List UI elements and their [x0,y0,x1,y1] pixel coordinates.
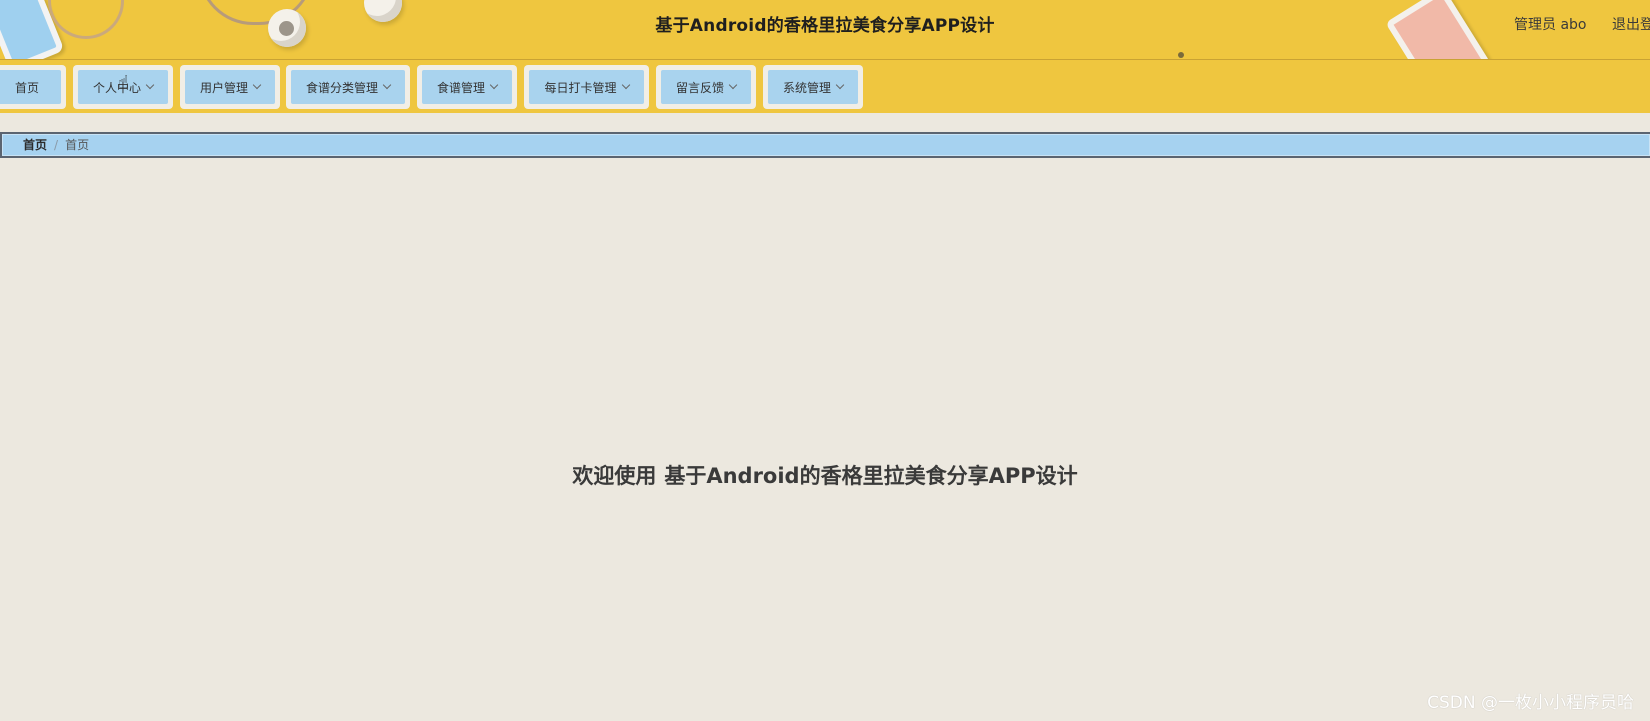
chevron-down-icon [145,80,155,90]
app-title: 基于Android的香格里拉美食分享APP设计 [655,16,995,36]
header-bar: 基于Android的香格里拉美食分享APP设计 管理员 abo 退出登录 [0,0,1650,60]
nav-item-label: 用户管理 [199,80,248,95]
nav-item-personal-center[interactable]: 个人中心 [73,65,173,109]
logout-link[interactable]: 退出登录 [1612,14,1650,34]
nav-item-user-management[interactable]: 用户管理 [180,65,280,109]
nav-item-system-management[interactable]: 系统管理 [763,65,863,109]
nav-item-feedback[interactable]: 留言反馈 [656,65,756,109]
dot-decoration [1178,52,1184,58]
breadcrumb-home-link[interactable]: 首页 [23,138,47,152]
nav-item-label: 留言反馈 [675,80,724,95]
welcome-heading: 欢迎使用 基于Android的香格里拉美食分享APP设计 [0,460,1650,490]
chevron-down-icon [621,80,630,90]
nav-item-label: 食谱管理 [436,80,485,95]
main-nav: 首页 个人中心 用户管理 食谱分类管理 食谱管理 每日打卡管理 留言反馈 系统管… [0,60,1650,113]
nav-item-label: 每日打卡管理 [544,80,617,95]
breadcrumb-separator: / [54,138,59,152]
nav-item-recipe-category-management[interactable]: 食谱分类管理 [286,65,410,109]
chevron-down-icon [835,80,845,90]
chevron-down-icon [489,80,499,90]
chevron-down-icon [382,80,392,90]
watermark-text: CSDN @一枚小小程序员哈 [1427,693,1634,713]
nav-item-label: 个人中心 [92,80,141,95]
welcome-prefix: 欢迎使用 [572,464,657,488]
welcome-app-title: 基于Android的香格里拉美食分享APP设计 [664,464,1078,488]
breadcrumb-current: 首页 [65,138,90,152]
nav-item-label: 系统管理 [782,80,831,95]
nav-item-home[interactable]: 首页 [0,65,66,109]
nav-item-label: 首页 [14,80,39,95]
nav-item-label: 食谱分类管理 [305,80,378,95]
current-user-label: 管理员 abo [1514,17,1587,33]
breadcrumb: 首页 / 首页 [0,132,1650,158]
chevron-down-icon [252,80,262,90]
nav-item-recipe-management[interactable]: 食谱管理 [417,65,517,109]
chevron-down-icon [728,80,738,90]
nav-item-daily-checkin-management[interactable]: 每日打卡管理 [524,65,649,109]
